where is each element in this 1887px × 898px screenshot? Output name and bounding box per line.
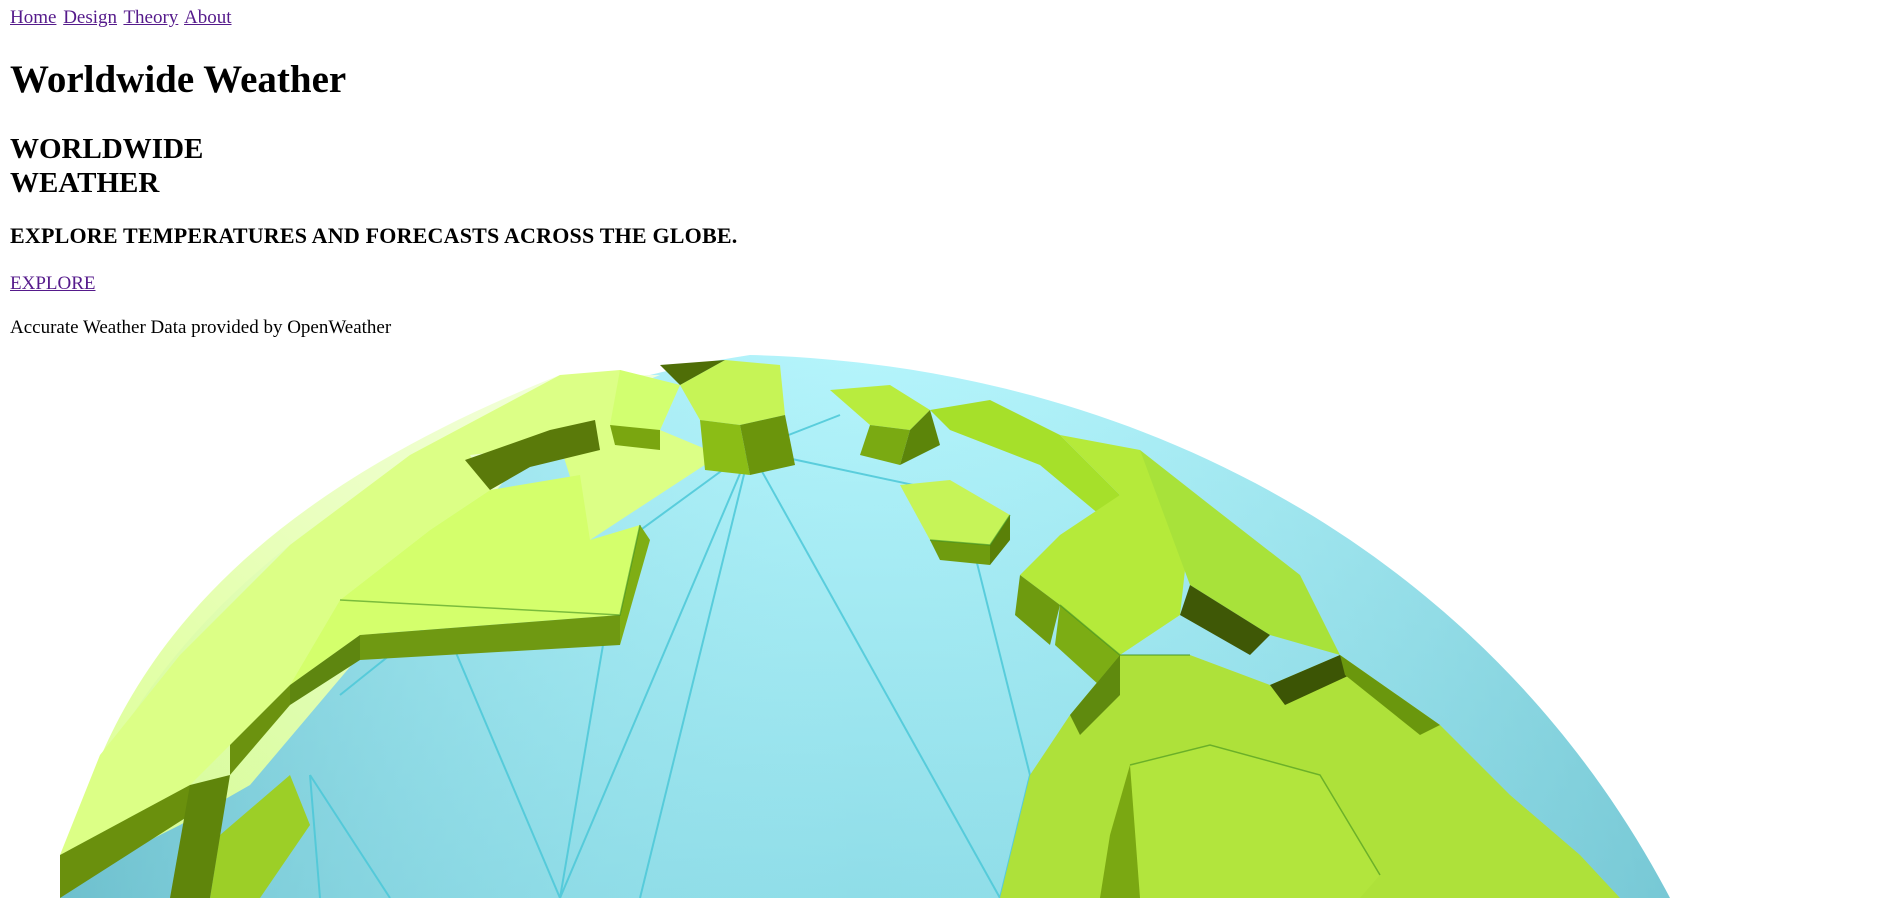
page-title: Worldwide Weather — [10, 58, 347, 101]
nav-link-about[interactable]: About — [184, 7, 232, 28]
low-poly-globe-image — [60, 355, 1670, 898]
nav-link-design[interactable]: Design — [63, 7, 117, 28]
hero-title-line-2: WEATHER — [10, 167, 160, 199]
hero-subtitle: EXPLORE TEMPERATURES AND FORECASTS ACROS… — [10, 223, 738, 248]
explore-link[interactable]: EXPLORE — [10, 272, 96, 296]
page: Home Design Theory About Worldwide Weath… — [0, 0, 1887, 898]
data-credit: Accurate Weather Data provided by OpenWe… — [10, 317, 392, 338]
nav-link-home[interactable]: Home — [10, 7, 56, 28]
hero-title: WORLDWIDE WEATHER — [10, 132, 203, 200]
nav-link-theory[interactable]: Theory — [123, 7, 178, 28]
hero-title-line-1: WORLDWIDE — [10, 133, 204, 165]
top-nav: Home Design Theory About — [10, 6, 234, 30]
